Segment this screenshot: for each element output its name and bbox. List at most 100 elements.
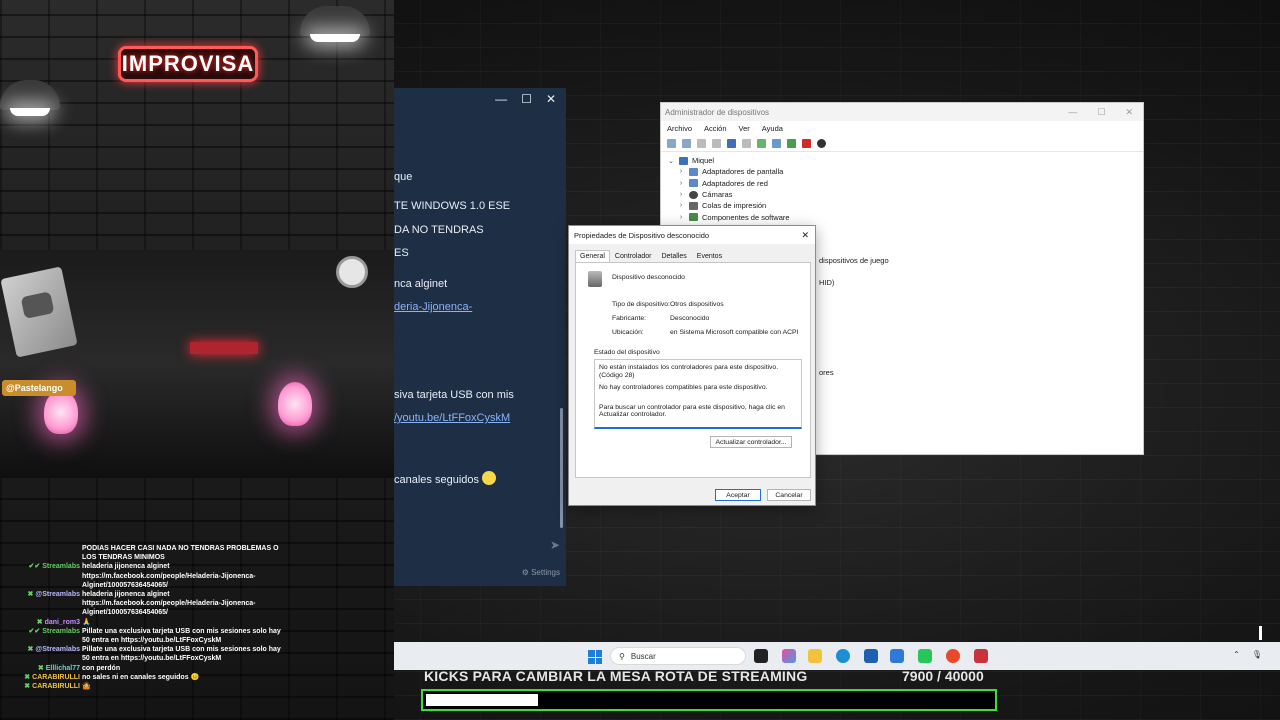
- minimize-icon[interactable]: —: [495, 92, 507, 106]
- file-explorer-icon[interactable]: [808, 649, 822, 663]
- printer-icon: [689, 201, 698, 210]
- view-icon[interactable]: [697, 139, 706, 148]
- kick-icon[interactable]: [918, 649, 932, 663]
- tree-item-partial[interactable]: dispositivos de juego: [819, 256, 889, 265]
- back-icon[interactable]: [667, 139, 676, 148]
- indicator-icon: [1259, 626, 1262, 640]
- help-icon[interactable]: [727, 139, 736, 148]
- windows-taskbar: ⚲ Buscar ⌃ 🎙: [394, 642, 1280, 670]
- side-link[interactable]: deria-Jijonenca-: [394, 301, 472, 313]
- software-component-icon: [689, 213, 698, 222]
- outlook-icon[interactable]: [890, 649, 904, 663]
- update-driver-button[interactable]: Actualizar controlador...: [710, 436, 792, 448]
- tree-item[interactable]: › Adaptadores de pantalla: [667, 166, 1137, 177]
- side-text-line: que: [394, 171, 413, 183]
- side-text-line: nca alginet: [394, 278, 448, 290]
- device-properties-dialog: Propiedades de Dispositivo desconocido ✕…: [568, 225, 816, 506]
- streamer-overlay: IMPROVISA @Pastelango PODIAS HACER CASI …: [0, 0, 394, 720]
- chevron-right-icon[interactable]: ›: [677, 180, 685, 187]
- mod-icon: ✖: [24, 673, 31, 681]
- cancel-button[interactable]: Cancelar: [767, 489, 811, 501]
- chevron-right-icon[interactable]: ›: [677, 191, 685, 198]
- chat-message-text: no sales ni en canales seguidos 😐: [82, 673, 200, 681]
- list-icon[interactable]: [742, 139, 751, 148]
- mod-icon: ✖: [27, 646, 34, 654]
- update-driver-icon[interactable]: [757, 139, 766, 148]
- edge-icon[interactable]: [836, 649, 850, 663]
- dialog-tabs: General Controlador Detalles Eventos: [569, 244, 815, 263]
- task-view-icon[interactable]: [754, 649, 768, 663]
- close-icon[interactable]: ✕: [1125, 107, 1133, 118]
- network-adapter-icon: [689, 179, 698, 188]
- minimize-icon[interactable]: —: [1068, 107, 1077, 118]
- menu-ayuda[interactable]: Ayuda: [762, 124, 783, 133]
- menu-archivo[interactable]: Archivo: [667, 124, 692, 133]
- side-text-line: TE WINDOWS 1.0 ESE: [394, 200, 511, 212]
- forward-icon[interactable]: [682, 139, 691, 148]
- tree-item-label: Cámaras: [702, 190, 733, 200]
- red-app-icon[interactable]: [946, 649, 960, 663]
- taskbar-search[interactable]: ⚲ Buscar: [610, 647, 746, 665]
- chat-user: Streamlabs: [42, 563, 80, 571]
- scan-hardware-icon[interactable]: [772, 139, 781, 148]
- general-tab-page: Dispositivo desconocido Tipo de disposit…: [575, 262, 811, 478]
- device-manager-taskbar-icon[interactable]: [974, 649, 988, 663]
- chat-message: ✖ CARABIRULLI 🤷: [0, 682, 394, 691]
- tree-item-partial[interactable]: ores: [819, 368, 834, 377]
- neutral-face-icon: [482, 471, 497, 485]
- uninstall-icon[interactable]: [802, 139, 811, 148]
- device-type-row: Tipo de dispositivo:Otros dispositivos: [612, 301, 724, 308]
- tree-item-label: Colas de impresión: [702, 201, 767, 211]
- device-tree: ⌄ Miquel › Adaptadores de pantalla › Adapta…: [661, 152, 1143, 226]
- chevron-right-icon[interactable]: ›: [677, 202, 685, 209]
- tree-item[interactable]: › Colas de impresión: [667, 200, 1137, 211]
- scrollbar[interactable]: [793, 364, 799, 423]
- start-button-icon[interactable]: [588, 650, 602, 664]
- store-icon[interactable]: [864, 649, 878, 663]
- chat-message: PODIAS HACER CASI NADA NO TENDRAS PROBLE…: [0, 540, 394, 562]
- close-icon[interactable]: ✕: [801, 230, 815, 241]
- status-line: Para buscar un controlador para este dis…: [599, 403, 785, 419]
- lamp-icon: [300, 6, 370, 42]
- location-label: Ubicación:: [612, 329, 644, 336]
- side-text-line: canales seguidos: [394, 471, 497, 486]
- manufacturer-value: Desconocido: [670, 315, 710, 322]
- location-row: Ubicación: en Sistema Microsoft compatibl…: [612, 329, 798, 336]
- chat-user: dani_rom3: [44, 618, 80, 626]
- badge-icons: ✔✔: [28, 627, 41, 635]
- tree-item[interactable]: › Componentes de software: [667, 211, 1137, 222]
- download-icon[interactable]: [817, 139, 826, 148]
- mod-icon: ✖: [24, 683, 31, 691]
- microphone-icon[interactable]: 🎙: [1252, 650, 1262, 659]
- enable-device-icon[interactable]: [787, 139, 796, 148]
- maximize-icon[interactable]: ☐: [1097, 107, 1105, 118]
- tree-item[interactable]: › Cámaras: [667, 189, 1137, 200]
- send-icon[interactable]: ➤: [550, 538, 560, 552]
- device-name: Dispositivo desconocido: [612, 274, 685, 281]
- side-link[interactable]: /youtu.be/LtFFoxCyskM: [394, 412, 510, 424]
- goal-target: / 40000: [937, 668, 984, 684]
- device-status-textbox[interactable]: No están instalados los controladores pa…: [594, 359, 802, 429]
- badge-icons: ✔✔: [28, 563, 41, 571]
- copilot-icon[interactable]: [782, 649, 796, 663]
- settings-link[interactable]: ⚙ Settings: [522, 568, 560, 577]
- chevron-up-icon[interactable]: ⌃: [1233, 650, 1240, 659]
- chat-message-text: PODIAS HACER CASI NADA NO TENDRAS PROBLE…: [82, 545, 279, 562]
- goal-title: KICKS PARA CAMBIAR LA MESA ROTA DE STREA…: [424, 668, 808, 684]
- tree-item[interactable]: › Adaptadores de red: [667, 178, 1137, 189]
- scrollbar[interactable]: [560, 408, 563, 528]
- tree-item-partial[interactable]: HID): [819, 278, 834, 287]
- chat-message: ✔✔ Streamlabs heladeria jijonenca alginet…: [0, 562, 394, 590]
- chevron-down-icon[interactable]: ⌄: [667, 157, 675, 165]
- chevron-right-icon[interactable]: ›: [677, 168, 685, 175]
- side-text-line: DA NO TENDRAS: [394, 224, 484, 236]
- chat-user: CARABIRULLI: [32, 673, 80, 681]
- properties-icon[interactable]: [712, 139, 721, 148]
- ok-button[interactable]: Aceptar: [715, 489, 761, 501]
- chevron-right-icon[interactable]: ›: [677, 214, 685, 221]
- maximize-icon[interactable]: ☐: [521, 92, 532, 106]
- menu-ver[interactable]: Ver: [739, 124, 750, 133]
- tree-root[interactable]: ⌄ Miquel: [667, 155, 1137, 166]
- close-icon[interactable]: ✕: [546, 92, 556, 106]
- menu-accion[interactable]: Acción: [704, 124, 727, 133]
